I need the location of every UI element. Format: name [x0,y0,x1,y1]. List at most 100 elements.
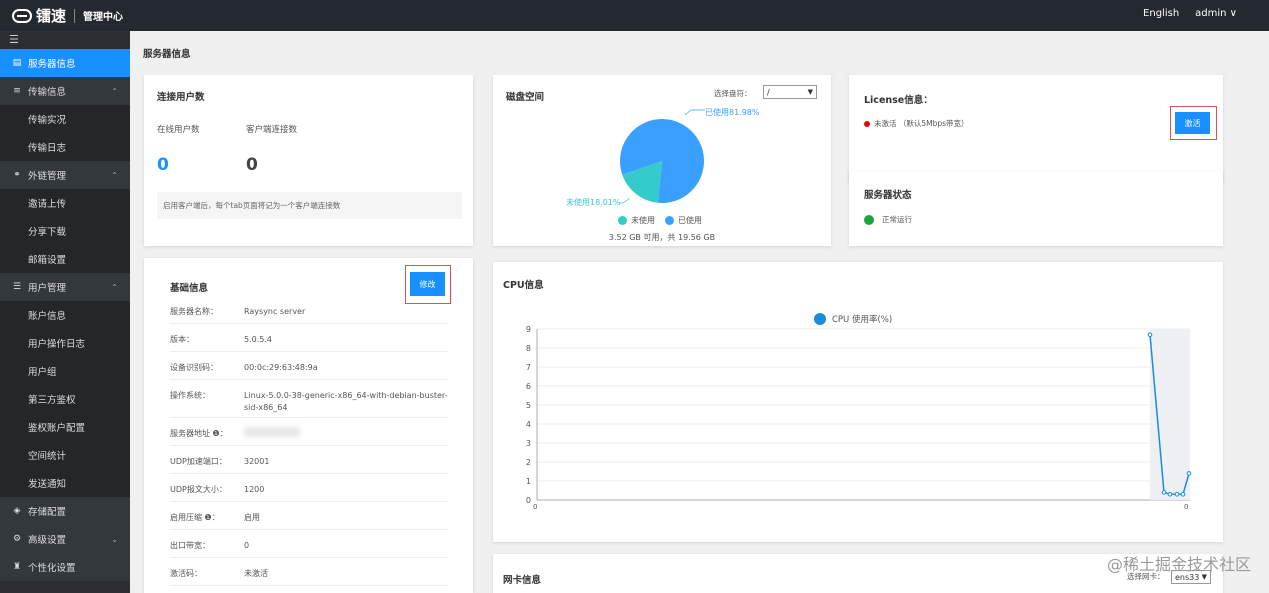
cpu-data-point [1180,492,1186,497]
sidebar-item-12[interactable]: 第三方鉴权 [0,385,130,413]
license-title: License信息： [864,95,933,106]
sidebar-item-label: 传输日志 [28,143,67,154]
sidebar-item-label: 传输实况 [28,115,67,126]
sidebar-item-label: 个性化设置 [28,563,76,574]
menu-toggle-icon[interactable]: ☰ [0,31,130,49]
sidebar-item-label: 存储配置 [28,507,67,518]
logo: 镭速 [12,5,66,26]
sidebar-item-label: 账户信息 [28,311,67,322]
app-title: 管理中心 [83,12,124,23]
basic-info-card: 基础信息 修改 服务器名称： Raysync server 版本： 5.0.5.4 设备… [144,258,473,593]
y-tick-label: 6 [526,382,531,391]
online-users-label: 在线用户数 [157,125,200,135]
y-tick-label: 0 [526,496,531,505]
cpu-data-point [1186,471,1192,476]
language-switch[interactable]: English [1143,8,1179,19]
used-legend-icon [665,216,674,225]
info-value: 启用 [244,513,260,522]
info-row: 启用压缩 ❶： 启用 [170,502,448,530]
link-icon: ⚭ [13,170,21,180]
sidebar-item-3[interactable]: 传输日志 [0,133,130,161]
y-tick-label: 3 [526,439,531,448]
info-key: UDP报文大小： [170,485,227,494]
info-value: 未激活 [244,569,268,578]
users-icon: ☰ [12,282,22,292]
sidebar-item-16[interactable]: ◈ 存储配置 [0,497,130,525]
sidebar-item-4[interactable]: ⚭ 外链管理 ⌃ [0,161,130,189]
sidebar-item-10[interactable]: 用户操作日志 [0,329,130,357]
sidebar-item-label: 分享下载 [28,227,67,238]
unused-legend-icon [618,216,627,225]
info-row: 操作系统： Linux-5.0.0-38-generic-x86_64-with-… [170,380,448,418]
sidebar-item-6[interactable]: 分享下载 [0,217,130,245]
sidebar: ☰ ▤ 服务器信息 ≡ 传输信息 ⌃ 传输实况传输日志 ⚭ 外链管理 ⌃ 邀请上传分享下载邮箱设置… [0,31,130,593]
license-card: License信息： 未激活 （默认5Mbps带宽） 激活 [849,75,1223,180]
info-row: UDP加速端口： 32001 [170,446,448,474]
y-tick-label: 7 [526,363,531,372]
sidebar-item-label: 邀请上传 [28,199,67,210]
cpu-data-point [1161,490,1167,495]
basic-info-title: 基础信息 [170,283,209,294]
gear-icon: ⚙ [12,534,22,544]
info-key: 版本： [170,335,194,344]
divider [74,8,76,23]
sidebar-item-9[interactable]: 账户信息 [0,301,130,329]
edit-button[interactable]: 修改 [410,272,445,296]
sidebar-item-label: 发送通知 [28,479,67,490]
cpu-card: CPU信息 CPU 使用率(%) 012345678900 [493,262,1223,542]
info-row: 激活码： 未激活 [170,558,448,586]
sidebar-item-label: 用户操作日志 [28,339,86,350]
info-key: UDP加速端口： [170,457,227,466]
sidebar-item-18[interactable]: ♜ 个性化设置 [0,553,130,581]
info-key: 服务器名称： [170,307,218,316]
info-row: 版本： 5.0.5.4 [170,324,448,352]
redacted-address [244,427,300,437]
top-bar: 镭速 管理中心 English admin ∨ [0,0,1269,31]
connections-note: 启用客户端后，每个tab页面将记为一个客户端连接数 [157,192,462,219]
sidebar-item-0[interactable]: ▤ 服务器信息 [0,49,130,77]
disk-card: 磁盘空间 选择盘符： / ▼ 已使用81.98% 未使用18.01% 未使用 已使… [493,75,831,246]
cpu-data-point [1167,492,1173,497]
license-status-text: 未激活 （默认5Mbps带宽） [874,119,969,128]
sidebar-item-5[interactable]: 邀请上传 [0,189,130,217]
sidebar-item-label: 鉴权账户配置 [28,423,86,434]
y-tick-label: 4 [526,420,531,429]
activate-button[interactable]: 激活 [1175,112,1210,134]
info-key: 操作系统： [170,391,210,400]
sidebar-item-8[interactable]: ☰ 用户管理 ⌃ [0,273,130,301]
used-pct-label: 已使用81.98% [705,107,760,117]
user-menu[interactable]: admin ∨ [1195,8,1237,19]
info-row: 设备识别码： 00:0c:29:63:48:9a [170,352,448,380]
sidebar-item-2[interactable]: 传输实况 [0,105,130,133]
server-icon: ▤ [12,58,22,68]
chevron-up-icon: ⌃ [111,86,118,96]
disk-summary: 3.52 GB 可用，共 19.56 GB [608,233,716,242]
client-connections-label: 客户端连接数 [246,125,298,135]
sidebar-item-14[interactable]: 空间统计 [0,441,130,469]
server-status-row: 正常运行 [864,214,912,225]
sidebar-item-17[interactable]: ⚙ 高级设置 ⌄ [0,525,130,553]
y-tick-label: 9 [526,325,531,334]
sidebar-item-label: 邮箱设置 [28,255,67,266]
info-key: 启用压缩 ❶： [170,513,220,522]
sidebar-item-label: 外链管理 [28,171,67,182]
sidebar-item-label: 用户组 [28,367,57,378]
watermark: @稀土掘金技术社区 [1106,555,1251,574]
main-content: 服务器信息 连接用户数 在线用户数 客户端连接数 0 0 启用客户端后，每个ta… [130,31,1269,593]
unused-label-line [619,197,631,204]
sidebar-item-label: 空间统计 [28,451,67,462]
info-value: 00:0c:29:63:48:9a [244,363,318,372]
sidebar-item-15[interactable]: 发送通知 [0,469,130,497]
sidebar-item-11[interactable]: 用户组 [0,357,130,385]
info-key: 出口带宽： [170,541,210,550]
client-connections-value: 0 [246,155,258,175]
sidebar-item-1[interactable]: ≡ 传输信息 ⌃ [0,77,130,105]
sidebar-item-13[interactable]: 鉴权账户配置 [0,413,130,441]
sidebar-item-7[interactable]: 邮箱设置 [0,245,130,273]
cpu-chart: CPU 使用率(%) 01234567890 0 [526,313,1192,511]
connections-title: 连接用户数 [157,92,205,103]
info-key: 设备识别码： [170,363,218,372]
sidebar-item-label: 高级设置 [28,535,67,546]
info-key: 服务器地址 ❶： [170,429,228,438]
used-legend-label: 已使用 [678,216,702,225]
